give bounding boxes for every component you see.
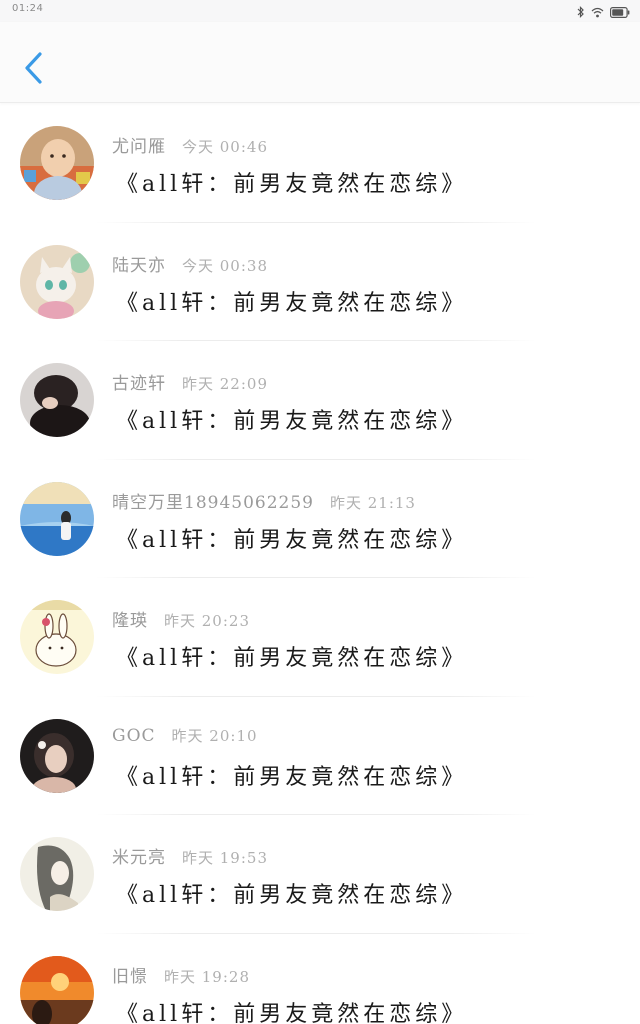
comment-time: 昨天 21:13 (329, 493, 416, 512)
avatar[interactable] (20, 718, 94, 793)
comment-row: 古迹轩 昨天 22:09 《all轩：前男友竟然在恋综》 (0, 341, 640, 460)
comment-text[interactable]: 《all轩：前男友竟然在恋综》 (116, 522, 467, 554)
comment-meta: 陆天亦 今天 00:38 (112, 251, 268, 276)
comment-time: 今天 00:46 (182, 138, 268, 156)
status-icons (577, 3, 630, 22)
comment-text[interactable]: 《all轩：前男友竟然在恋综》 (116, 640, 467, 672)
commenter-name[interactable]: 米元亮 (112, 848, 166, 868)
commenter-name[interactable]: 尤问雁 (112, 137, 166, 157)
avatar[interactable] (20, 363, 94, 437)
avatar[interactable] (20, 481, 94, 556)
commenter-name[interactable]: 晴空万里18945062259 (112, 493, 314, 513)
comment-time: 昨天 19:28 (164, 967, 250, 986)
header-bar (0, 22, 640, 103)
comment-list-screen: 01:24 尤问雁 今天 00:46 《all轩：前男友竟然在恋综》 陆天亦 今… (0, 0, 640, 1024)
avatar[interactable] (20, 955, 94, 1024)
comment-row: GOC 昨天 20:10 《all轩：前男友竟然在恋综》 (0, 697, 640, 815)
comment-text[interactable]: 《all轩：前男友竟然在恋综》 (116, 285, 467, 317)
comment-text[interactable]: 《all轩：前男友竟然在恋综》 (116, 403, 467, 435)
comment-row: 隆瑛 昨天 20:23 《all轩：前男友竟然在恋综》 (0, 578, 640, 697)
avatar[interactable] (20, 837, 94, 911)
comment-row: 陆天亦 今天 00:38 《all轩：前男友竟然在恋综》 (0, 223, 640, 341)
comment-meta: 晴空万里18945062259 昨天 21:13 (112, 488, 416, 513)
back-button[interactable] (18, 48, 50, 88)
comment-meta: 隆瑛 昨天 20:23 (112, 606, 250, 631)
comment-text[interactable]: 《all轩：前男友竟然在恋综》 (116, 166, 467, 198)
battery-icon (610, 3, 630, 22)
status-time: 01:24 (12, 3, 44, 14)
wifi-icon (591, 3, 604, 22)
comment-time: 昨天 20:10 (171, 726, 258, 745)
chevron-left-icon (25, 52, 42, 84)
comment-text[interactable]: 《all轩：前男友竟然在恋综》 (116, 877, 467, 909)
commenter-name[interactable]: GOC (112, 726, 156, 746)
comment-row: 旧憬 昨天 19:28 《all轩：前男友竟然在恋综》 (0, 934, 640, 1024)
comment-time: 昨天 20:23 (164, 612, 250, 630)
commenter-name[interactable]: 古迹轩 (112, 374, 166, 394)
comment-list: 尤问雁 今天 00:46 《all轩：前男友竟然在恋综》 陆天亦 今天 00:3… (0, 104, 640, 1024)
comment-row: 尤问雁 今天 00:46 《all轩：前男友竟然在恋综》 (0, 104, 640, 223)
avatar[interactable] (20, 244, 94, 319)
comment-text[interactable]: 《all轩：前男友竟然在恋综》 (116, 996, 467, 1024)
comment-meta: 尤问雁 今天 00:46 (112, 132, 268, 157)
comment-meta: GOC 昨天 20:10 (112, 725, 258, 746)
commenter-name[interactable]: 隆瑛 (112, 611, 148, 631)
comment-time: 今天 00:38 (182, 256, 268, 275)
comment-time: 昨天 19:53 (182, 849, 268, 867)
bluetooth-icon (577, 3, 585, 22)
comment-meta: 古迹轩 昨天 22:09 (112, 369, 268, 394)
comment-meta: 旧憬 昨天 19:28 (112, 962, 250, 987)
comment-meta: 米元亮 昨天 19:53 (112, 843, 268, 868)
avatar[interactable] (20, 126, 94, 200)
comment-time: 昨天 22:09 (182, 375, 268, 393)
comment-row: 米元亮 昨天 19:53 《all轩：前男友竟然在恋综》 (0, 815, 640, 934)
commenter-name[interactable]: 旧憬 (112, 967, 148, 987)
commenter-name[interactable]: 陆天亦 (112, 256, 166, 276)
comment-row: 晴空万里18945062259 昨天 21:13 《all轩：前男友竟然在恋综》 (0, 460, 640, 578)
comment-text[interactable]: 《all轩：前男友竟然在恋综》 (116, 759, 467, 791)
status-bar: 01:24 (0, 0, 640, 22)
avatar[interactable] (20, 600, 94, 674)
